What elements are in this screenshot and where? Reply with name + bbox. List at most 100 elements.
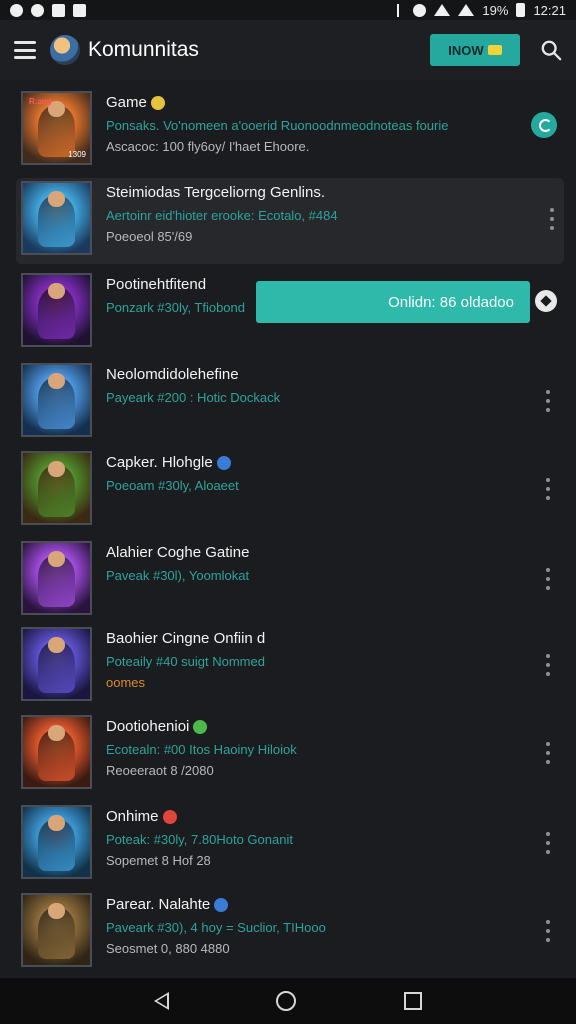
- game-title: Capker. Hlohgle: [106, 454, 231, 471]
- status-badge-icon: [214, 898, 229, 913]
- game-detail: oomes: [106, 675, 146, 690]
- online-toast[interactable]: Onlidn: 86 oldadoo: [256, 281, 530, 323]
- list-item[interactable]: Parear. Nalahte Paveark #30), 4 hoy = Suc…: [0, 890, 576, 976]
- game-meta: Poeoam #30ly, Aloaeet: [106, 478, 239, 493]
- game-title-text: Game: [106, 94, 147, 111]
- game-title-text: Steimiodas Tergceliorng Genlins.: [106, 184, 326, 201]
- game-title: Alahier Coghe Gatine: [106, 544, 249, 561]
- game-detail: Reoeeraot 8 /2080: [106, 763, 214, 778]
- game-title-text: Parear. Nalahte: [106, 896, 211, 913]
- game-title-text: Capker. Hlohgle: [106, 454, 213, 471]
- app-bar: Komunnitas INOW: [0, 20, 576, 80]
- menu-icon[interactable]: [14, 41, 36, 59]
- recents-icon[interactable]: [404, 992, 423, 1010]
- game-detail: Seosmet 0, 880 4880: [106, 941, 230, 956]
- game-title: Onhime: [106, 808, 177, 825]
- signal-icon: [458, 4, 475, 16]
- more-options-icon[interactable]: [549, 208, 555, 230]
- refresh-icon[interactable]: [531, 112, 557, 138]
- game-title: Baohier Cingne Onfiin d: [106, 630, 265, 647]
- search-icon[interactable]: [540, 39, 562, 61]
- game-title-text: Pootinehtfitend: [106, 276, 207, 293]
- list-item[interactable]: Dootiohenioi Ecotealn: #00 Itos Haoiny Hi…: [0, 712, 576, 798]
- list-item[interactable]: Capker. Hlohgle Poeoam #30ly, Aloaeet: [0, 448, 576, 532]
- alarm-icon: [413, 3, 427, 17]
- game-title: Parear. Nalahte: [106, 896, 229, 913]
- game-meta: Aertoinr eid'hioter erooke: Ecotalo, #48…: [106, 208, 338, 223]
- game-thumbnail[interactable]: [21, 805, 92, 879]
- status-badge-icon: [193, 720, 208, 735]
- status-bar: 19% 12:21: [0, 0, 576, 20]
- game-title-text: Neolomdidolehefine: [106, 366, 239, 383]
- game-meta: Paveak #30l), Yoomlokat: [106, 568, 250, 583]
- thumbnail-tag: 1309: [68, 150, 86, 159]
- game-thumbnail[interactable]: [21, 451, 92, 525]
- more-options-icon[interactable]: [545, 654, 551, 676]
- status-badge-icon: [216, 456, 231, 471]
- more-options-icon[interactable]: [545, 920, 551, 942]
- notification-icon: [31, 3, 44, 17]
- game-thumbnail[interactable]: [21, 627, 92, 701]
- game-title: Pootinehtfitend: [106, 276, 206, 293]
- list-item[interactable]: R:ang 1309 Game Ponsaks. Vo'nomeen a'ooerid…: [0, 88, 576, 170]
- system-nav-bar: [0, 978, 576, 1024]
- battery-percent: 19%: [482, 2, 509, 18]
- back-icon[interactable]: [153, 992, 169, 1010]
- status-badge-icon: [162, 810, 177, 825]
- badge-icon: [487, 45, 502, 55]
- game-detail: Ascacoc: 100 fly6oy/ I'haet Ehoore.: [106, 139, 310, 154]
- game-title-text: Baohier Cingne Onfiin d: [106, 630, 266, 647]
- game-thumbnail[interactable]: [21, 273, 92, 347]
- photo-icon: [52, 3, 65, 17]
- new-button-label: INOW: [448, 42, 484, 58]
- game-title-text: Dootiohenioi: [106, 718, 190, 735]
- list-item[interactable]: Steimiodas Tergceliorng Genlins. Aertoinr…: [16, 178, 564, 264]
- list-item[interactable]: Onhime Poteak: #30ly, 7.80Hoto Gonanit Sop…: [0, 802, 576, 888]
- game-thumbnail[interactable]: [21, 715, 92, 789]
- game-title: Dootiohenioi: [106, 718, 208, 735]
- bluetooth-icon: [397, 3, 405, 17]
- game-title: Game: [106, 94, 165, 111]
- game-meta: Paveark #30), 4 hoy = Suclior, TIHooo: [106, 920, 326, 935]
- more-options-icon[interactable]: [545, 568, 551, 590]
- status-badge-icon: [150, 96, 165, 111]
- toast-text: Onlidn: 86 oldadoo: [388, 293, 514, 311]
- community-avatar[interactable]: [50, 35, 80, 65]
- status-right-icons: 19% 12:21: [397, 3, 566, 18]
- game-thumbnail[interactable]: [21, 893, 92, 967]
- list-item[interactable]: Alahier Coghe Gatine Paveak #30l), Yoomlo…: [0, 538, 576, 622]
- game-thumbnail[interactable]: [21, 363, 92, 437]
- wifi-icon: [434, 4, 451, 16]
- game-title: Neolomdidolehefine: [106, 366, 239, 383]
- game-meta: Poteaily #40 suigt Nommed: [106, 654, 265, 669]
- notification-icon: [10, 3, 23, 17]
- game-thumbnail[interactable]: [21, 541, 92, 615]
- status-left-icons: [10, 3, 86, 17]
- new-button[interactable]: INOW: [430, 34, 520, 66]
- game-title: Steimiodas Tergceliorng Genlins.: [106, 184, 325, 201]
- game-meta: Ponzark #30ly, Tfiobond: [106, 300, 245, 315]
- game-meta: Ecotealn: #00 Itos Haoiny Hiloiok: [106, 742, 297, 757]
- thumbnail-label: R:ang: [29, 97, 52, 106]
- battery-icon: [516, 3, 526, 17]
- home-icon[interactable]: [276, 991, 297, 1011]
- game-meta: Payeark #200 : Hotic Dockack: [106, 390, 281, 405]
- game-thumbnail[interactable]: [21, 181, 92, 255]
- more-options-icon[interactable]: [545, 742, 551, 764]
- game-title-text: Alahier Coghe Gatine: [106, 544, 250, 561]
- more-options-icon[interactable]: [545, 832, 551, 854]
- game-detail: Poeoeol 85'/69: [106, 229, 193, 244]
- close-icon[interactable]: [535, 290, 557, 312]
- game-meta: Poteak: #30ly, 7.80Hoto Gonanit: [106, 832, 293, 847]
- page-title: Komunnitas: [88, 38, 199, 61]
- game-meta: Ponsaks. Vo'nomeen a'ooerid Ruonoodnmeod…: [106, 118, 449, 133]
- list-item[interactable]: Baohier Cingne Onfiin d Poteaily #40 suig…: [0, 624, 576, 710]
- game-detail: Sopemet 8 Hof 28: [106, 853, 211, 868]
- more-options-icon[interactable]: [545, 478, 551, 500]
- game-thumbnail[interactable]: R:ang 1309: [21, 91, 92, 165]
- game-title-text: Onhime: [106, 808, 159, 825]
- clock: 12:21: [533, 2, 566, 18]
- app-icon: [73, 3, 86, 17]
- list-item[interactable]: Neolomdidolehefine Payeark #200 : Hotic D…: [0, 360, 576, 442]
- more-options-icon[interactable]: [545, 390, 551, 412]
